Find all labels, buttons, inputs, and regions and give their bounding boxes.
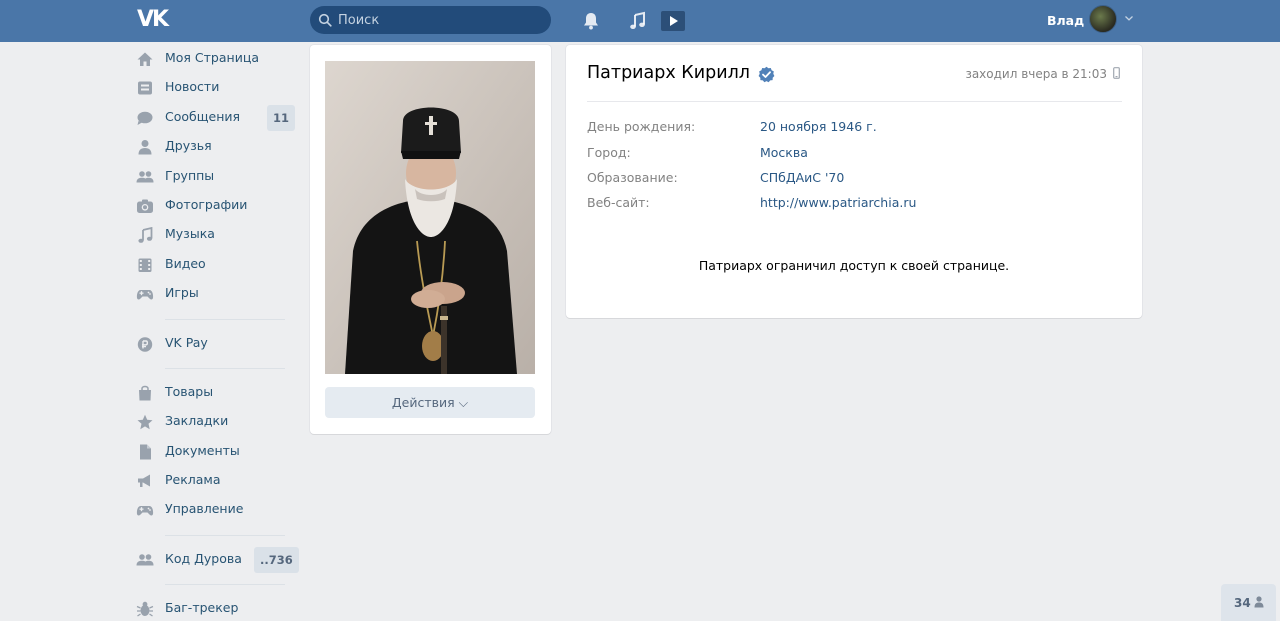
star-icon <box>137 415 153 430</box>
sidebar-item-label: Закладки <box>165 413 229 429</box>
music-icon <box>138 227 153 244</box>
megaphone-icon <box>138 474 150 488</box>
sidebar-item-label: Код Дурова <box>165 550 242 566</box>
sidebar-item-durov-code[interactable]: Код Дурова ..736 <box>133 545 299 574</box>
gamepad-icon <box>136 506 154 516</box>
sidebar-item-label: Группы <box>165 167 215 183</box>
restricted-access-message: Патриарх ограничил доступ к своей страни… <box>698 258 1010 273</box>
info-key: День рождения: <box>587 119 696 134</box>
vkpay-icon <box>137 336 153 352</box>
left-sidebar: Моя Страница Новости Сообщения 11 Друзья… <box>133 44 299 621</box>
info-value-link[interactable]: СПбДАиС '70 <box>760 170 844 185</box>
sidebar-item-messages[interactable]: Сообщения 11 <box>133 103 297 132</box>
sidebar-item-label: Фотографии <box>165 196 248 212</box>
chevron-down-icon <box>1125 16 1133 21</box>
profile-photo[interactable] <box>325 61 535 374</box>
info-value-link[interactable]: 20 ноября 1946 г. <box>760 119 877 134</box>
sidebar-divider <box>165 534 285 536</box>
sidebar-item-label: Новости <box>165 79 220 95</box>
verified-icon[interactable] <box>758 66 775 83</box>
sidebar-item-video[interactable]: Видео <box>133 250 297 279</box>
profile-header-divider <box>587 101 1122 102</box>
profile-info-card: Патриарх Кирилл заходил вчера в 21:03 Де… <box>566 45 1142 318</box>
sidebar-item-bug-tracker[interactable]: Баг-трекер <box>133 594 297 621</box>
sidebar-item-label: VK Pay <box>165 334 208 350</box>
sidebar-item-music[interactable]: Музыка <box>133 220 297 249</box>
video-icon <box>138 258 152 272</box>
user-icon <box>1254 596 1264 608</box>
sidebar-item-label: Моя Страница <box>165 50 259 65</box>
home-icon <box>137 52 153 66</box>
last-seen-status: заходил вчера в 21:03 <box>965 67 1107 81</box>
info-key: Город: <box>587 145 631 160</box>
news-icon <box>138 81 152 95</box>
top-bar: VK Влад <box>0 0 1280 42</box>
sidebar-item-label: Видео <box>165 255 206 271</box>
bell-icon[interactable] <box>580 10 602 32</box>
sidebar-item-photos[interactable]: Фотографии <box>133 191 297 220</box>
search-icon <box>318 13 332 27</box>
avatar <box>1089 5 1117 33</box>
sidebar-item-my-page[interactable]: Моя Страница <box>133 44 297 73</box>
sidebar-item-friends[interactable]: Друзья <box>133 132 297 161</box>
durov-code-badge[interactable]: ..736 <box>254 546 299 573</box>
messages-count-badge[interactable]: 11 <box>267 104 296 131</box>
bug-icon <box>136 602 154 617</box>
sidebar-divider <box>165 318 285 320</box>
play-icon[interactable] <box>660 10 686 32</box>
user-name: Влад <box>1047 13 1085 28</box>
groups-icon <box>136 554 154 566</box>
profile-photo-card: Действия ⌵ <box>310 45 551 434</box>
sidebar-item-label: Музыка <box>165 226 215 242</box>
document-icon <box>140 444 151 460</box>
sidebar-item-label: Игры <box>165 285 199 301</box>
sidebar-item-label: Друзья <box>165 138 212 154</box>
messages-icon <box>137 111 153 125</box>
vk-logo[interactable]: VK <box>137 8 173 32</box>
bag-icon <box>139 385 151 401</box>
search-box[interactable] <box>310 6 551 34</box>
sidebar-item-label: Сообщения <box>165 108 241 124</box>
sidebar-item-news[interactable]: Новости <box>133 73 297 102</box>
sidebar-item-label: Документы <box>165 442 240 458</box>
sidebar-item-goods[interactable]: Товары <box>133 378 297 407</box>
sidebar-item-games[interactable]: Игры <box>133 279 297 308</box>
sidebar-item-vk-pay[interactable]: VK Pay <box>133 329 297 358</box>
profile-photo-image <box>325 61 535 374</box>
profile-name: Патриарх Кирилл <box>587 63 750 83</box>
online-count: 34 <box>1234 596 1251 610</box>
sidebar-divider <box>165 367 285 369</box>
sidebar-item-label: Реклама <box>165 472 221 488</box>
info-value-link[interactable]: http://www.patriarchia.ru <box>760 195 916 210</box>
search-input[interactable] <box>338 6 538 34</box>
groups-icon <box>136 170 154 183</box>
sidebar-item-bookmarks[interactable]: Закладки <box>133 407 297 436</box>
sidebar-item-manage[interactable]: Управление <box>133 495 297 524</box>
music-icon[interactable] <box>627 10 649 32</box>
sidebar-item-ads[interactable]: Реклама <box>133 466 297 495</box>
sidebar-item-label: Товары <box>165 383 214 399</box>
sidebar-divider <box>165 584 285 586</box>
online-friends-counter[interactable]: 34 <box>1221 584 1276 621</box>
info-value-link[interactable]: Москва <box>760 145 808 160</box>
gamepad-icon <box>136 290 154 300</box>
user-icon <box>138 140 152 155</box>
sidebar-item-label: Баг-трекер <box>165 600 239 616</box>
camera-icon <box>137 199 153 213</box>
actions-button[interactable]: Действия ⌵ <box>325 387 535 418</box>
sidebar-item-groups[interactable]: Группы <box>133 162 297 191</box>
sidebar-item-documents[interactable]: Документы <box>133 437 297 466</box>
mobile-icon <box>1113 67 1120 79</box>
sidebar-item-label: Управление <box>165 501 244 517</box>
info-key: Веб-сайт: <box>587 195 650 210</box>
info-key: Образование: <box>587 170 678 185</box>
